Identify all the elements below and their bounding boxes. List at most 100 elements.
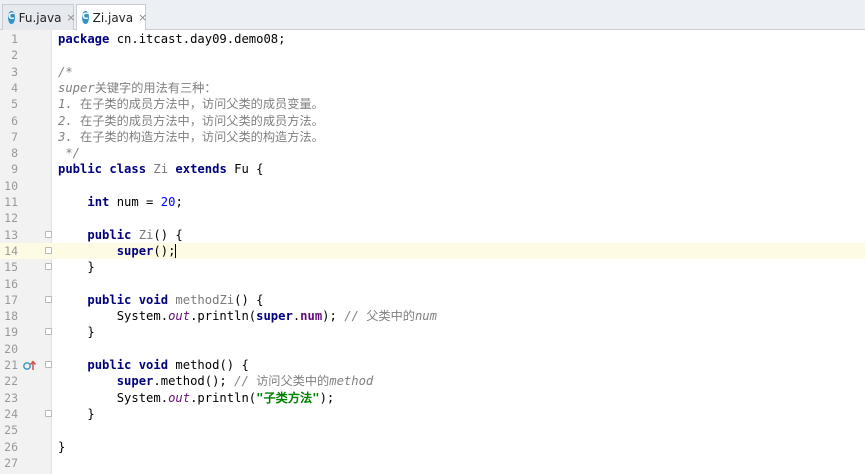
code-token: extends	[168, 162, 227, 177]
code-editor[interactable]: 1 package cn.itcast.day09.demo08; 2 3 /* 4 sup…	[0, 30, 865, 474]
fold-marker-icon[interactable]	[45, 409, 52, 417]
code-token: .method();	[153, 374, 235, 389]
code-line[interactable]: 22 super.method(); // 访问父类中的method	[0, 373, 865, 389]
code-line[interactable]: 7 3. 在子类的构造方法中，访问父类的构造方法。	[0, 129, 865, 145]
code-token: "子类方法"	[256, 390, 320, 405]
code-line[interactable]: 24 }	[0, 406, 865, 422]
line-number: 17	[4, 292, 18, 307]
code-token: () {	[153, 227, 183, 242]
class-icon: C	[82, 11, 89, 24]
code-token: num	[300, 309, 323, 324]
line-number: 6	[11, 113, 18, 128]
code-line[interactable]: 8 */	[0, 145, 865, 161]
code-line[interactable]: 13 public Zi() {	[0, 227, 865, 243]
code-line[interactable]: 9 public class Zi extends Fu {	[0, 161, 865, 177]
code-token: cn.itcast.day09.demo08;	[109, 32, 286, 46]
code-token: Zi	[138, 227, 154, 242]
line-number: 14	[4, 243, 18, 258]
code-token: .println(	[190, 390, 257, 405]
line-number: 9	[11, 162, 18, 177]
line-number: 3	[11, 64, 18, 79]
code-line[interactable]: 11 int num = 20;	[0, 194, 865, 210]
override-gutter-icon[interactable]	[23, 359, 37, 371]
tab-fu-java[interactable]: C Fu.java ×	[2, 4, 76, 30]
code-line[interactable]: 3 /*	[0, 64, 865, 80]
code-line[interactable]: 5 1. 在子类的成员方法中，访问父类的成员变量。	[0, 96, 865, 112]
code-text: 1. 在子类的成员方法中，访问父类的成员变量。	[58, 96, 324, 112]
code-line[interactable]: 10	[0, 178, 865, 194]
code-text: public Zi() {	[58, 227, 183, 243]
code-token: 1.	[58, 97, 81, 112]
code-line[interactable]: 4 super关键字的用法有三种：	[0, 80, 865, 96]
code-text: 2. 在子类的成员方法中，访问父类的成员方法。	[58, 113, 324, 129]
tab-label: Fu.java	[18, 10, 62, 25]
line-number: 1	[11, 32, 18, 46]
code-token: );	[322, 309, 345, 324]
code-line[interactable]: 2	[0, 47, 865, 63]
code-line[interactable]: 26}	[0, 439, 865, 455]
code-text: public class Zi extends Fu {	[58, 161, 263, 177]
code-token: 在子类的构造方法中，访问父类的构造方法。	[80, 129, 324, 144]
code-token: System.	[58, 309, 169, 324]
code-line[interactable]: 12	[0, 210, 865, 226]
code-line[interactable]: 6 2. 在子类的成员方法中，访问父类的成员方法。	[0, 113, 865, 129]
code-token: }	[58, 406, 95, 421]
line-number: 16	[4, 276, 18, 291]
line-number: 8	[11, 146, 18, 161]
code-token: public class	[58, 162, 154, 177]
code-line[interactable]: 14 super();	[0, 242, 865, 260]
fold-marker-icon[interactable]	[45, 230, 52, 238]
code-text: public void method() {	[58, 357, 248, 373]
line-number: 12	[4, 211, 18, 226]
code-line[interactable]: 16	[0, 276, 865, 292]
fold-marker-icon[interactable]	[45, 246, 52, 254]
code-text: public void methodZi() {	[58, 292, 263, 308]
code-line[interactable]: 21 public void method() {	[0, 357, 865, 373]
fold-marker-icon[interactable]	[45, 328, 52, 336]
code-text: 3. 在子类的构造方法中，访问父类的构造方法。	[58, 129, 324, 145]
code-token: //	[344, 309, 367, 324]
code-token: }	[58, 260, 95, 275]
code-token: 2.	[58, 113, 81, 128]
code-line[interactable]: 19 }	[0, 324, 865, 340]
tab-zi-java[interactable]: C Zi.java ×	[76, 4, 147, 31]
fold-marker-icon[interactable]	[45, 295, 52, 303]
class-icon: C	[8, 11, 15, 24]
code-line[interactable]: 23 System.out.println("子类方法");	[0, 390, 865, 406]
fold-marker-icon[interactable]	[45, 263, 52, 271]
code-token: super	[58, 80, 95, 95]
code-text: super关键字的用法有三种：	[58, 80, 217, 96]
line-number: 5	[11, 97, 18, 112]
code-token: */	[58, 146, 81, 161]
line-number: 21	[4, 358, 18, 372]
code-token: 20	[160, 195, 176, 209]
code-token: super	[116, 243, 154, 258]
code-line[interactable]: 15 }	[0, 259, 865, 275]
code-text: /*	[58, 64, 73, 80]
line-number: 22	[4, 374, 18, 389]
code-text: super.method(); // 访问父类中的method	[58, 373, 374, 389]
code-line[interactable]: 25	[0, 422, 865, 438]
code-token: System.	[58, 390, 169, 405]
close-icon[interactable]: ×	[66, 11, 75, 24]
code-line[interactable]: 18 System.out.println(super.num); // 父类中…	[0, 308, 865, 324]
code-text: System.out.println("子类方法");	[58, 390, 335, 406]
code-line[interactable]: 1 package cn.itcast.day09.demo08;	[0, 31, 865, 47]
code-token: num	[414, 309, 437, 324]
fold-marker-icon[interactable]	[45, 361, 52, 368]
code-line[interactable]: 20	[0, 341, 865, 357]
code-line[interactable]: 27	[0, 455, 865, 471]
code-token: 访问父类中的	[256, 374, 330, 389]
line-number: 10	[4, 178, 18, 193]
code-token: methodZi	[175, 292, 235, 307]
code-text: System.out.println(super.num); // 父类中的nu…	[58, 308, 437, 324]
close-icon[interactable]: ×	[138, 11, 147, 24]
code-line[interactable]: 17 public void methodZi() {	[0, 292, 865, 308]
code-token: ();	[153, 243, 176, 258]
code-token: 3.	[58, 129, 81, 144]
